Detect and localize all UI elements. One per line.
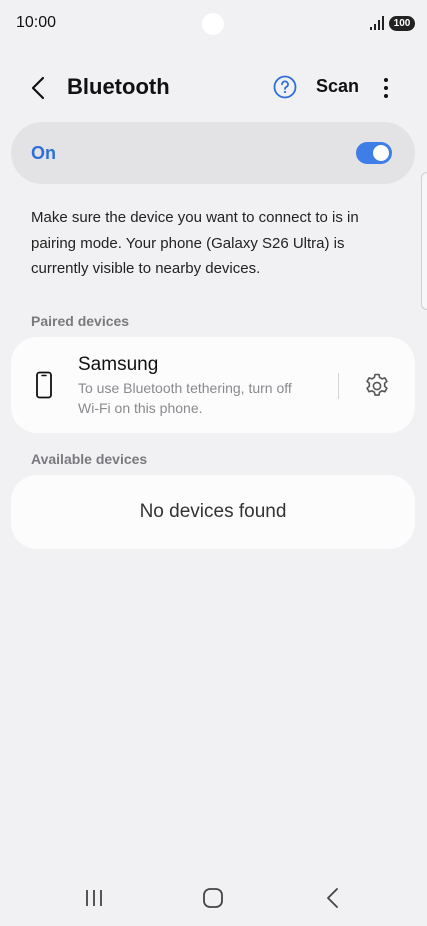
empty-state-message: No devices found [139, 501, 287, 522]
signal-icon [370, 16, 384, 30]
toggle-label: On [31, 143, 56, 163]
scan-button[interactable]: Scan [316, 76, 359, 97]
status-bar: 10:00 100 [0, 0, 427, 48]
divider [338, 373, 339, 399]
bluetooth-toggle-row[interactable]: On [11, 122, 415, 184]
gear-icon[interactable] [363, 372, 391, 400]
device-subtitle: To use Bluetooth tethering, turn off [78, 380, 292, 396]
recent-apps-icon[interactable] [84, 888, 104, 908]
navigation-bar [0, 870, 427, 926]
available-devices-card: No devices found [11, 475, 415, 549]
smartphone-icon [36, 371, 52, 399]
back-arrow-icon[interactable] [24, 74, 54, 102]
help-icon[interactable] [272, 74, 298, 100]
status-time: 10:00 [16, 14, 57, 31]
more-vertical-icon[interactable] [378, 74, 394, 102]
battery-icon: 100 [389, 16, 415, 31]
scrollbar[interactable] [421, 172, 427, 310]
bluetooth-toggle-switch[interactable] [356, 142, 392, 164]
available-devices-label: Available devices [31, 451, 148, 467]
toggle-knob [373, 145, 389, 161]
device-name: Samsung [78, 354, 159, 375]
paired-devices-label: Paired devices [31, 313, 130, 329]
front-camera [202, 13, 224, 35]
description-text: Make sure the device you want to connect… [31, 209, 359, 277]
device-subtitle-line2: Wi-Fi on this phone. [78, 400, 203, 416]
app-header: Bluetooth Scan [0, 62, 427, 112]
back-icon[interactable] [325, 887, 341, 909]
page-title: Bluetooth [67, 74, 170, 99]
home-icon[interactable] [202, 887, 224, 909]
paired-device-samsung[interactable]: Samsung To use Bluetooth tethering, turn… [11, 337, 415, 433]
